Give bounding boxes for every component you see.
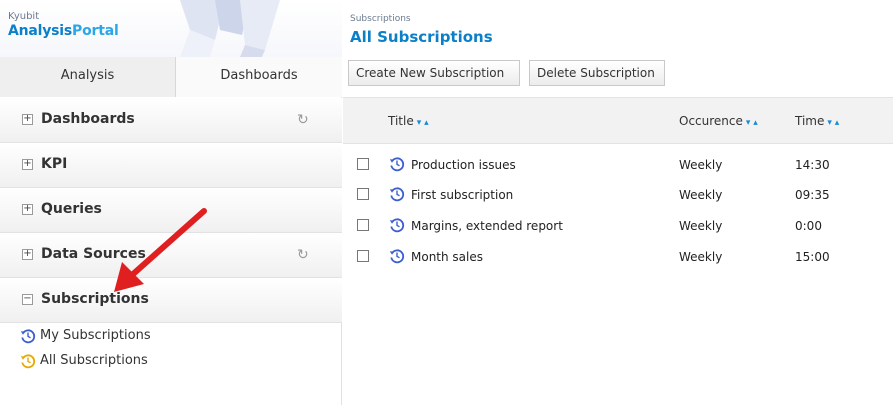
row-checkbox[interactable] (357, 188, 369, 200)
column-header-occurence[interactable]: Occurence ▾ ▴ (679, 114, 758, 128)
refresh-icon[interactable]: ↻ (297, 247, 309, 263)
tab-dashboards[interactable]: Dashboards (176, 57, 342, 97)
clock-refresh-icon (389, 218, 405, 233)
row-checkbox[interactable] (357, 219, 369, 231)
brand-header: Kyubit AnalysisPortal (0, 0, 342, 57)
row-occurence: Weekly (679, 188, 723, 202)
table-row: Production issues Weekly 14:30 (343, 150, 893, 180)
clock-refresh-icon (389, 249, 405, 264)
brand-product-part2: Portal (72, 23, 119, 39)
sub-item-all-subscriptions[interactable]: All Subscriptions (0, 348, 342, 373)
accordion-sections: + Dashboards ↻ + KPI + Queries + Data So… (0, 98, 342, 323)
expand-icon[interactable]: + (22, 159, 33, 170)
page-title: All Subscriptions (350, 28, 493, 46)
sort-icon[interactable]: ▾ ▴ (746, 118, 758, 128)
expand-icon[interactable]: + (22, 249, 33, 260)
column-header-title[interactable]: Title ▾ ▴ (388, 114, 429, 128)
column-label: Time (795, 114, 825, 128)
row-time: 14:30 (795, 158, 830, 172)
section-subscriptions[interactable]: − Subscriptions (0, 278, 342, 323)
row-occurence: Weekly (679, 158, 723, 172)
row-time: 15:00 (795, 250, 830, 264)
breadcrumb[interactable]: Subscriptions (350, 14, 411, 24)
brand-product-part1: Analysis (8, 23, 73, 39)
section-label: Data Sources (41, 246, 146, 262)
table-row: First subscription Weekly 09:35 (343, 180, 893, 210)
refresh-icon[interactable]: ↻ (297, 112, 309, 128)
sort-icon[interactable]: ▾ ▴ (417, 118, 429, 128)
row-checkbox[interactable] (357, 250, 369, 262)
table-row: Month sales Weekly 15:00 (343, 242, 893, 272)
collapse-icon[interactable]: − (22, 294, 33, 305)
clock-refresh-icon (20, 354, 36, 369)
section-label: KPI (41, 156, 68, 172)
table-header: Title ▾ ▴ Occurence ▾ ▴ Time ▾ ▴ (343, 97, 893, 144)
row-title[interactable]: Margins, extended report (411, 219, 563, 233)
expand-icon[interactable]: + (22, 114, 33, 125)
sub-item-label: My Subscriptions (40, 328, 151, 343)
tab-analysis[interactable]: Analysis (0, 57, 176, 97)
column-label: Occurence (679, 114, 743, 128)
brand-company: Kyubit (8, 11, 40, 22)
subscriptions-list: My Subscriptions All Subscriptions (0, 323, 342, 373)
row-time: 09:35 (795, 188, 830, 202)
row-checkbox[interactable] (357, 158, 369, 170)
main-content: Subscriptions All Subscriptions Create N… (343, 0, 893, 405)
clock-refresh-icon (389, 187, 405, 202)
section-label: Subscriptions (41, 291, 149, 307)
section-data-sources[interactable]: + Data Sources ↻ (0, 233, 342, 278)
section-label: Queries (41, 201, 102, 217)
sub-item-label: All Subscriptions (40, 353, 148, 368)
row-title[interactable]: Production issues (411, 158, 516, 172)
column-header-time[interactable]: Time ▾ ▴ (795, 114, 839, 128)
clock-refresh-icon (389, 157, 405, 172)
section-label: Dashboards (41, 111, 135, 127)
brand-product[interactable]: AnalysisPortal (8, 23, 119, 39)
sort-icon[interactable]: ▾ ▴ (827, 118, 839, 128)
expand-icon[interactable]: + (22, 204, 33, 215)
table-row: Margins, extended report Weekly 0:00 (343, 211, 893, 241)
sub-item-my-subscriptions[interactable]: My Subscriptions (0, 323, 342, 348)
create-subscription-button[interactable]: Create New Subscription (348, 60, 520, 86)
section-kpi[interactable]: + KPI (0, 143, 342, 188)
section-dashboards[interactable]: + Dashboards ↻ (0, 98, 342, 143)
row-occurence: Weekly (679, 250, 723, 264)
column-label: Title (388, 114, 414, 128)
clock-refresh-icon (20, 329, 36, 344)
row-occurence: Weekly (679, 219, 723, 233)
row-time: 0:00 (795, 219, 822, 233)
left-panel: Kyubit AnalysisPortal Analysis Dashboard… (0, 0, 342, 405)
section-queries[interactable]: + Queries (0, 188, 342, 233)
cube-logo-art (180, 0, 280, 57)
row-title[interactable]: Month sales (411, 250, 483, 264)
row-title[interactable]: First subscription (411, 188, 513, 202)
panel-tabs: Analysis Dashboards (0, 57, 342, 97)
delete-subscription-button[interactable]: Delete Subscription (529, 60, 665, 86)
